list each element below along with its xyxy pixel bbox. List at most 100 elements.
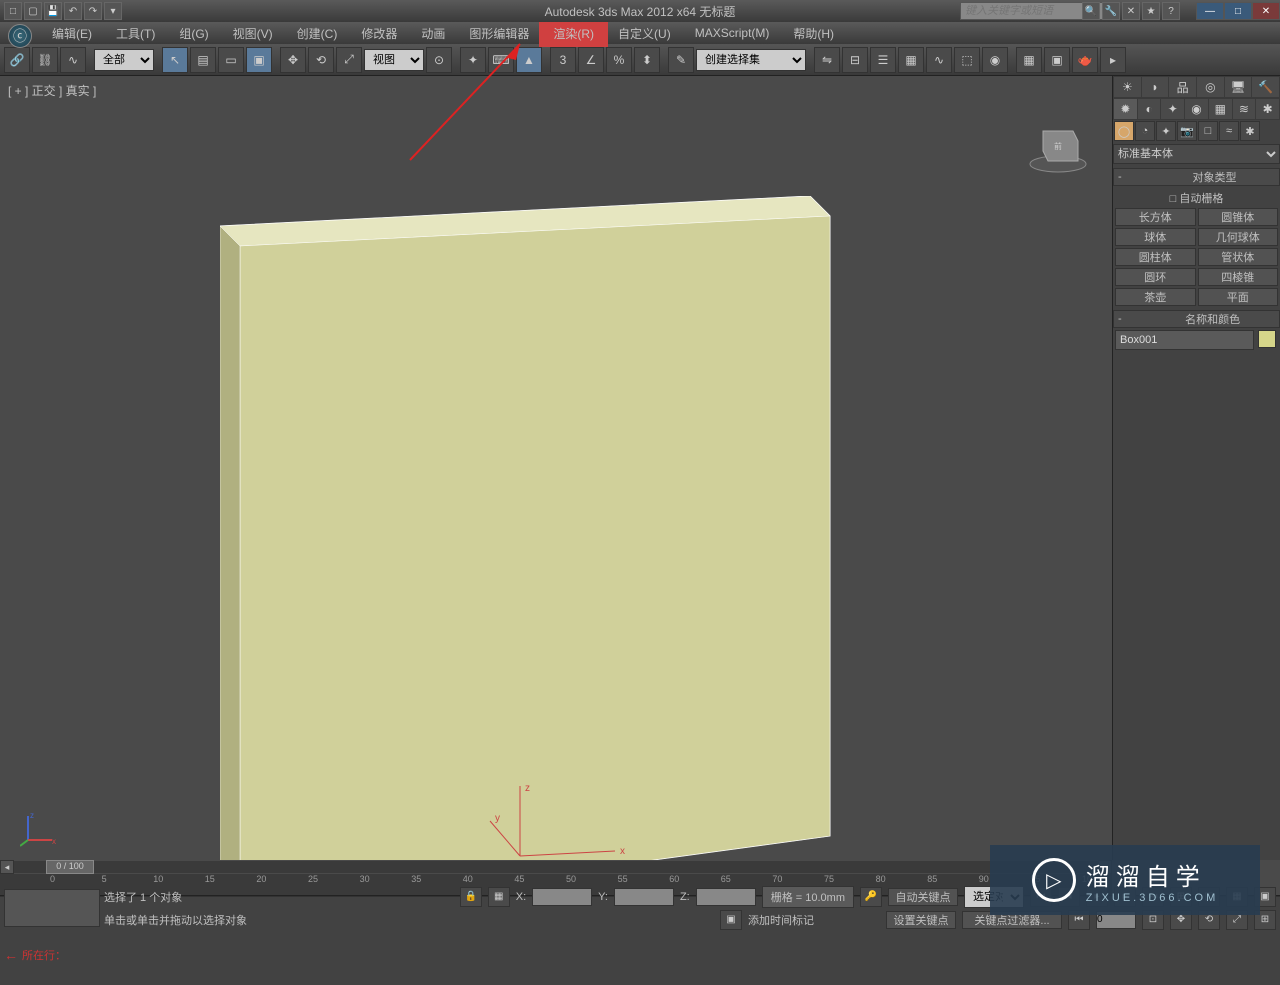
create-平面[interactable]: 平面	[1198, 288, 1279, 306]
schematic-icon[interactable]: ⬚	[954, 47, 980, 73]
lock-icon[interactable]: 🔒	[460, 887, 482, 907]
menu-视图v[interactable]: 视图(V)	[221, 22, 285, 45]
scale-icon[interactable]: ⤢	[336, 47, 362, 73]
box-geometry[interactable]: z y x	[220, 196, 840, 916]
space-warps-subtab[interactable]: ≈	[1219, 121, 1239, 141]
link-icon[interactable]: 🔗	[4, 47, 30, 73]
pivot-icon[interactable]: ⊙	[426, 47, 452, 73]
display-top-icon[interactable]: 🖥	[1225, 77, 1252, 97]
favorite-icon[interactable]: ★	[1142, 2, 1160, 20]
save-icon[interactable]: 💾	[44, 2, 62, 20]
hierarchy-tab[interactable]: ✦	[1161, 99, 1184, 119]
manipulate-icon[interactable]: ✦	[460, 47, 486, 73]
spinner-snap-icon[interactable]: ⬍	[634, 47, 660, 73]
shapes-subtab[interactable]: ◔	[1135, 121, 1155, 141]
modify-tab[interactable]: ◐	[1138, 99, 1161, 119]
set-key-button[interactable]: 设置关键点	[886, 911, 956, 929]
create-圆柱体[interactable]: 圆柱体	[1115, 248, 1196, 266]
create-圆锥体[interactable]: 圆锥体	[1198, 208, 1279, 226]
material-editor-icon[interactable]: ◉	[982, 47, 1008, 73]
create-长方体[interactable]: 长方体	[1115, 208, 1196, 226]
menu-组g[interactable]: 组(G)	[167, 22, 220, 45]
keyboard-shortcut-icon[interactable]: ⌨	[488, 47, 514, 73]
hammer-icon[interactable]: 🔨	[1252, 77, 1279, 97]
create-圆环[interactable]: 圆环	[1115, 268, 1196, 286]
snap-icon[interactable]: ▲	[516, 47, 542, 73]
name-color-header[interactable]: - 名称和颜色	[1113, 310, 1280, 328]
align-icon[interactable]: ⊟	[842, 47, 868, 73]
help-icon[interactable]: ?	[1162, 2, 1180, 20]
auto-key-button[interactable]: 自动关键点	[888, 888, 958, 906]
viewport[interactable]: [ + ] 正交 ] 真实 ] z y x 前 z x	[0, 76, 1112, 860]
category-dropdown[interactable]: 标准基本体	[1113, 144, 1280, 164]
select-name-icon[interactable]: ▤	[190, 47, 216, 73]
new-icon[interactable]: □	[4, 2, 22, 20]
curve-editor-icon[interactable]: ∿	[926, 47, 952, 73]
close-button[interactable]: ✕	[1252, 2, 1280, 20]
viewport-label[interactable]: [ + ] 正交 ] 真实 ]	[8, 82, 96, 99]
env-icon[interactable]: ◗	[1142, 77, 1169, 97]
app-menu-icon[interactable]: ⓒ	[8, 24, 32, 48]
snap-3-icon[interactable]: 3	[550, 47, 576, 73]
create-球体[interactable]: 球体	[1115, 228, 1196, 246]
object-type-header[interactable]: - 对象类型	[1113, 168, 1280, 186]
utilities-tab[interactable]: ≋	[1233, 99, 1256, 119]
render-frame-icon[interactable]: ▣	[1044, 47, 1070, 73]
menu-动画[interactable]: 动画	[409, 22, 457, 45]
render-icon[interactable]: 🫖	[1072, 47, 1098, 73]
selection-set-dropdown[interactable]: 创建选择集	[696, 49, 806, 71]
cameras-subtab[interactable]: 📷	[1177, 121, 1197, 141]
object-name-input[interactable]	[1115, 330, 1254, 350]
auto-grid-checkbox[interactable]: □ 自动栅格	[1115, 188, 1278, 208]
create-四棱锥[interactable]: 四棱锥	[1198, 268, 1279, 286]
selection-filter-dropdown[interactable]: 全部	[94, 49, 154, 71]
lights-subtab[interactable]: ✦	[1156, 121, 1176, 141]
menu-自定义u[interactable]: 自定义(U)	[606, 22, 683, 45]
select-icon[interactable]: ↖	[162, 47, 188, 73]
x-coord-input[interactable]	[532, 888, 592, 906]
binoculars-icon[interactable]: 🔍	[1082, 2, 1100, 20]
menu-创建c[interactable]: 创建(C)	[285, 22, 350, 45]
viewcube[interactable]: 前	[1028, 116, 1088, 176]
create-tab[interactable]: ✹	[1114, 99, 1137, 119]
window-crossing-icon[interactable]: ▣	[246, 47, 272, 73]
render-prod-icon[interactable]: ▸	[1100, 47, 1126, 73]
minimize-button[interactable]: —	[1196, 2, 1224, 20]
graphite-icon[interactable]: ▦	[898, 47, 924, 73]
ref-coord-dropdown[interactable]: 视图	[364, 49, 424, 71]
object-color-swatch[interactable]	[1258, 330, 1276, 348]
create-茶壶[interactable]: 茶壶	[1115, 288, 1196, 306]
redo-icon[interactable]: ↷	[84, 2, 102, 20]
create-几何球体[interactable]: 几何球体	[1198, 228, 1279, 246]
menu-图形编辑器[interactable]: 图形编辑器	[457, 22, 541, 45]
maximize-button[interactable]: □	[1224, 2, 1252, 20]
create-管状体[interactable]: 管状体	[1198, 248, 1279, 266]
geometry-subtab[interactable]: ◯	[1114, 121, 1134, 141]
time-tag-icon[interactable]: ▣	[720, 910, 742, 930]
light-icon[interactable]: ☀	[1114, 77, 1141, 97]
bind-icon[interactable]: ∿	[60, 47, 86, 73]
unlink-icon[interactable]: ⛓	[32, 47, 58, 73]
z-coord-input[interactable]	[696, 888, 756, 906]
render-setup-icon[interactable]: ▦	[1016, 47, 1042, 73]
menu-修改器[interactable]: 修改器	[349, 22, 409, 45]
undo-icon[interactable]: ↶	[64, 2, 82, 20]
menu-渲染r[interactable]: 渲染(R)	[541, 22, 606, 45]
lock-selection-icon[interactable]: 🔑	[860, 887, 882, 907]
exchange-icon[interactable]: ✕	[1122, 2, 1140, 20]
named-sets-edit-icon[interactable]: ✎	[668, 47, 694, 73]
qat-dropdown-icon[interactable]: ▾	[104, 2, 122, 20]
percent-snap-icon[interactable]: %	[606, 47, 632, 73]
layers-icon[interactable]: ☰	[870, 47, 896, 73]
extra-tab[interactable]: ✱	[1256, 99, 1279, 119]
add-time-tag-text[interactable]: 添加时间标记	[748, 912, 814, 928]
motion-tab[interactable]: ◉	[1185, 99, 1208, 119]
open-icon[interactable]: ▢	[24, 2, 42, 20]
menu-帮助h[interactable]: 帮助(H)	[781, 22, 846, 45]
helpers-subtab[interactable]: □	[1198, 121, 1218, 141]
angle-snap-icon[interactable]: ∠	[578, 47, 604, 73]
isolate-icon[interactable]: ▦	[488, 887, 510, 907]
menu-工具t[interactable]: 工具(T)	[104, 22, 167, 45]
rotate-icon[interactable]: ⟲	[308, 47, 334, 73]
display-tab[interactable]: ▦	[1209, 99, 1232, 119]
